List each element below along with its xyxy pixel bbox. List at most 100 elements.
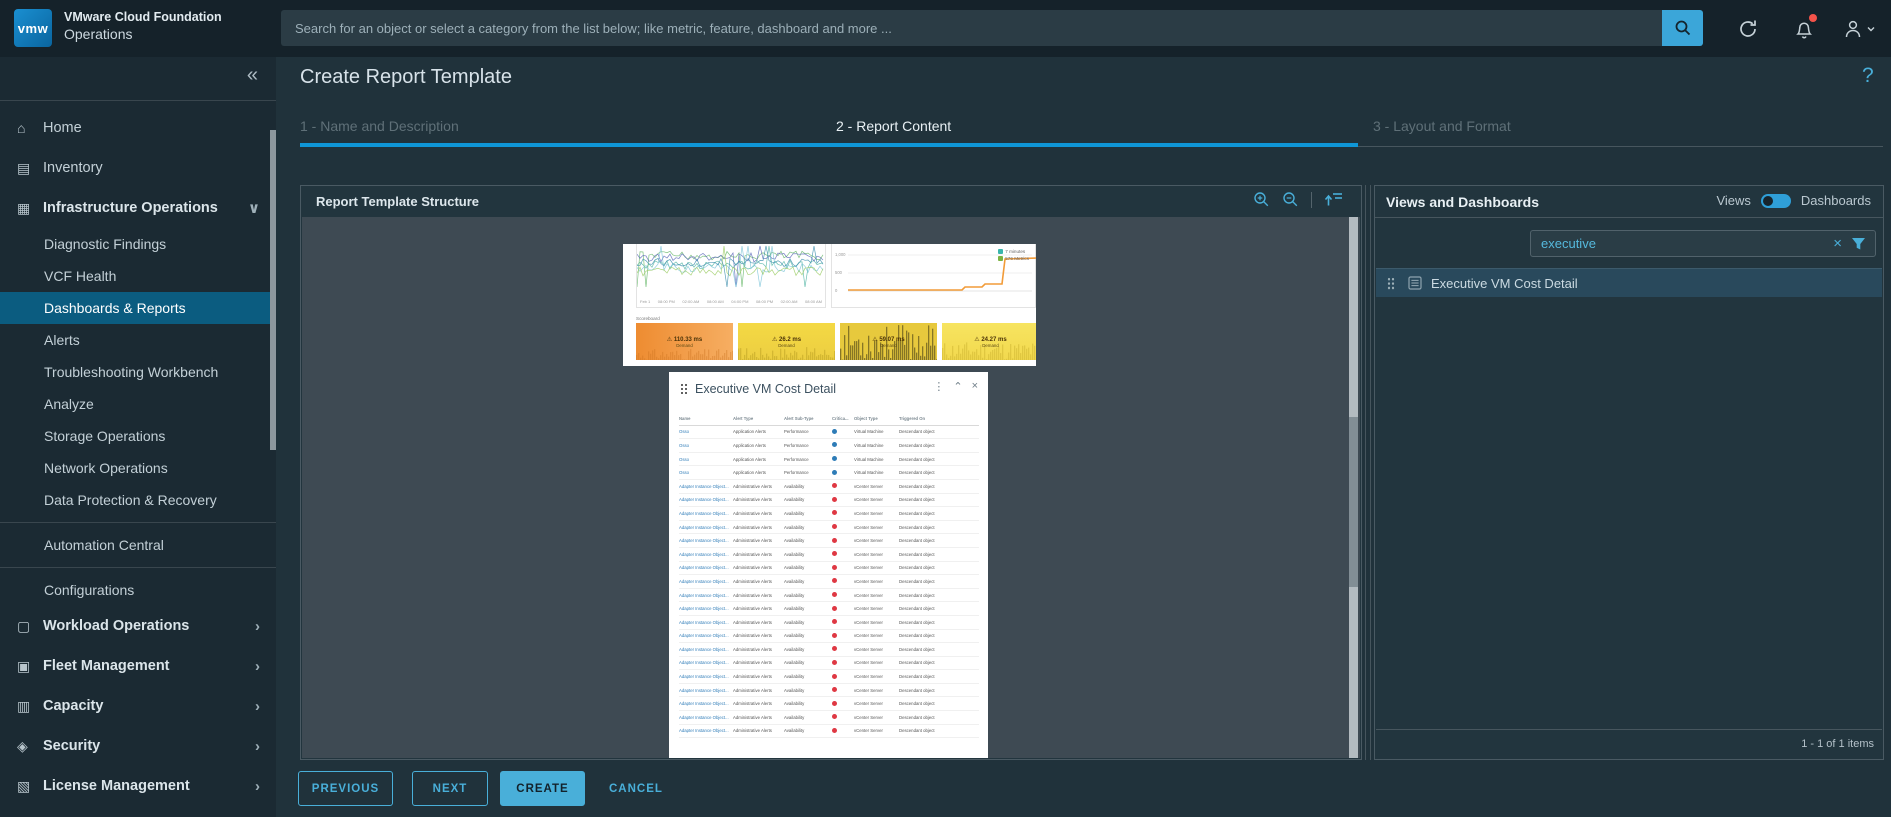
report-template-structure-panel: Report Template Structure Feb 1 08:00 PM… [300, 185, 1362, 760]
sidebar-divider [0, 567, 276, 568]
metric-sublabel: Demand [880, 342, 897, 348]
search-button[interactable] [1662, 10, 1703, 46]
wizard-footer: PREVIOUS NEXT CREATE CANCEL [298, 771, 669, 806]
preview-table-row: Adapter Instance Object... Administrative… [679, 521, 979, 535]
collapse-sidebar-icon[interactable]: « [247, 64, 258, 87]
preview-table-row: Adapter Instance Object... Administrative… [679, 575, 979, 589]
sidebar-item-automation-central[interactable]: Automation Central [0, 529, 276, 561]
preview-table-row: Adapter Instance Object... Administrative… [679, 670, 979, 684]
sidebar-item-dashboards-reports[interactable]: Dashboards & Reports [0, 292, 276, 324]
sidebar-item-network-operations[interactable]: Network Operations [0, 452, 276, 484]
preview-table-row: Adapter Instance Object... Administrative… [679, 711, 979, 725]
scoreboard-card: ⚠ 24.27 ms Demand [942, 323, 1036, 360]
scoreboard-card: ⚠ 26.2 ms Demand [738, 323, 835, 360]
wizard-step-2[interactable]: 2 - Report Content [836, 118, 951, 134]
sidebar-item-label: Inventory [43, 160, 103, 176]
sidebar-item-label: Analyze [44, 396, 94, 412]
sidebar-item-home[interactable]: ⌂ Home [0, 108, 276, 148]
zoom-in-icon[interactable] [1253, 191, 1270, 208]
sidebar-item-label: License Management [43, 778, 190, 794]
views-dashboards-toggle[interactable] [1760, 193, 1791, 208]
right-panel-footer-divider [1376, 729, 1882, 730]
zoom-out-icon[interactable] [1282, 191, 1299, 208]
wizard-progress-line [300, 143, 1358, 147]
previous-button[interactable]: PREVIOUS [298, 771, 393, 806]
sidebar-item-alerts[interactable]: Alerts [0, 324, 276, 356]
views-and-dashboards-panel: Views and Dashboards Views Dashboards × [1374, 185, 1884, 760]
sidebar-item-label: Dashboards & Reports [44, 300, 186, 316]
sidebar-item-label: Configurations [44, 582, 135, 598]
next-button[interactable]: NEXT [412, 771, 488, 806]
sidebar-item-troubleshooting-workbench[interactable]: Troubleshooting Workbench [0, 356, 276, 388]
metric-sublabel: Demand [676, 342, 693, 348]
sidebar-item-security[interactable]: ◈ Security › [0, 726, 276, 766]
scoreboard-cards: ⚠ 110.33 ms Demand ⚠ 26.2 ms Demand ⚠ 59.07 … [636, 323, 1036, 360]
preview-alert-table: Name Alert Type Alert Sub-Type Critica... Ob… [679, 412, 979, 739]
dashboard-list-item[interactable]: Executive VM Cost Detail [1376, 268, 1882, 297]
create-button[interactable]: CREATE [500, 771, 585, 806]
collapse-widget-icon[interactable]: ⌃ [953, 380, 962, 393]
dashboard-preview-thumbnail[interactable]: Feb 1 08:00 PM 02:00 AM 08:00 AM 04:00 PM 08:… [623, 244, 1036, 366]
help-icon[interactable]: ? [1862, 64, 1874, 88]
widget-title: Executive VM Cost Detail [695, 382, 837, 396]
sidebar-scrollbar[interactable] [270, 130, 276, 450]
sidebar-item-label: Workload Operations [43, 618, 190, 634]
filter-icon[interactable] [1849, 237, 1875, 251]
sidebar-item-label: Diagnostic Findings [44, 236, 167, 252]
clear-search-icon[interactable]: × [1826, 235, 1849, 252]
sidebar-item-inventory[interactable]: ▤ Inventory [0, 148, 276, 188]
sidebar-item-license-management[interactable]: ▧ License Management › [0, 766, 276, 806]
sidebar-item-infrastructure-operations[interactable]: ▦ Infrastructure Operations ∨ [0, 188, 276, 228]
refresh-button[interactable] [1733, 14, 1763, 44]
sidebar-item-label: Capacity [43, 698, 104, 714]
drag-handle-icon[interactable] [1387, 276, 1395, 290]
widget-preview-thumbnail[interactable]: Executive VM Cost Detail ⋮ ⌃ × Name Alert… [669, 372, 988, 758]
dashboard-search-input[interactable] [1531, 236, 1827, 251]
sidebar-nav: ⌂ Home ▤ Inventory ▦ Infrastructure Operation… [0, 108, 276, 806]
structure-panel-canvas[interactable]: Feb 1 08:00 PM 02:00 AM 08:00 AM 04:00 PM 08:… [302, 217, 1360, 758]
sidebar-item-capacity[interactable]: ▥ Capacity › [0, 686, 276, 726]
infrastructure-operations-icon: ▦ [17, 199, 31, 216]
top-bar: vmw VMware Cloud Foundation Operations [0, 0, 1891, 57]
wizard-step-3[interactable]: 3 - Layout and Format [1373, 118, 1511, 134]
panel-scrollbar-thumb[interactable] [1349, 417, 1358, 587]
home-icon: ⌂ [17, 120, 26, 136]
send-to-top-icon[interactable] [1324, 191, 1343, 208]
cancel-button[interactable]: CANCEL [603, 771, 669, 806]
metric-sublabel: Demand [778, 342, 795, 348]
global-search-input[interactable] [281, 10, 1662, 46]
sidebar-divider [0, 522, 276, 523]
sidebar-item-fleet-management[interactable]: ▣ Fleet Management › [0, 646, 276, 686]
scoreboard-label: Scoreboard [636, 316, 660, 321]
sidebar-item-storage-operations[interactable]: Storage Operations [0, 420, 276, 452]
drag-handle-icon[interactable] [680, 383, 688, 395]
widget-header: Executive VM Cost Detail ⋮ ⌃ × [669, 372, 988, 406]
kebab-menu-icon[interactable]: ⋮ [933, 380, 944, 393]
info-blue-icon [832, 456, 837, 462]
preview-mini-chart: 1,000 500 0 7 minutes 576 Metrics [831, 244, 1036, 308]
item-count-text: 1 - 1 of 1 items [1801, 738, 1874, 750]
user-menu-button[interactable] [1838, 14, 1880, 44]
metric-value: ⚠ 59.07 ms [872, 336, 905, 343]
sidebar-item-configurations[interactable]: Configurations [0, 574, 276, 606]
notifications-button[interactable] [1789, 14, 1819, 44]
close-widget-icon[interactable]: × [972, 380, 978, 393]
sidebar-item-diagnostic-findings[interactable]: Diagnostic Findings [0, 228, 276, 260]
sidebar-item-label: Data Protection & Recovery [44, 492, 217, 508]
chart-badge: 576 Metrics [998, 256, 1029, 261]
toggle-label-dashboards[interactable]: Dashboards [1801, 193, 1871, 208]
sidebar-item-vcf-health[interactable]: VCF Health [0, 260, 276, 292]
panel-splitter[interactable] [1363, 185, 1374, 760]
sidebar-item-workload-operations[interactable]: ▢ Workload Operations › [0, 606, 276, 646]
sidebar-item-analyze[interactable]: Analyze [0, 388, 276, 420]
preview-table-row: Adapter Instance Object... Administrative… [679, 616, 979, 630]
wizard-step-1[interactable]: 1 - Name and Description [300, 118, 459, 134]
error-red-icon [832, 483, 837, 489]
toggle-label-views[interactable]: Views [1716, 193, 1750, 208]
metric-value: ⚠ 110.33 ms [666, 336, 703, 343]
error-red-icon [832, 727, 837, 733]
error-red-icon [832, 632, 837, 638]
sidebar-item-data-protection-recovery[interactable]: Data Protection & Recovery [0, 484, 276, 516]
error-red-icon [832, 524, 837, 530]
preview-table-row: Osso Application Alerts Performance Virtual… [679, 426, 979, 440]
